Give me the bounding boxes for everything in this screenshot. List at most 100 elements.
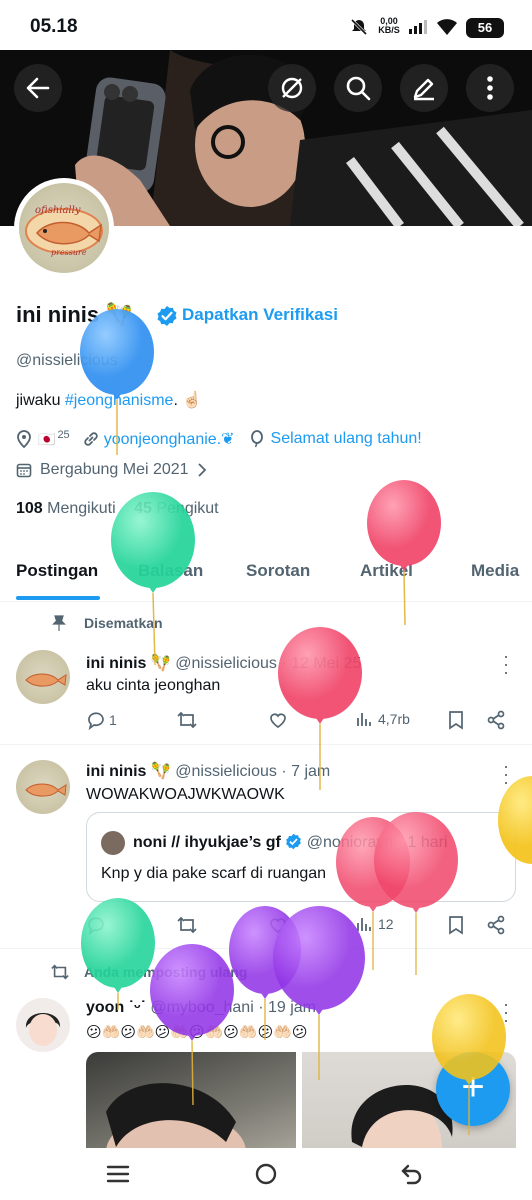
bio-hashtag-link[interactable]: #jeonghanisme	[65, 392, 174, 409]
quote-text: Knp y dia pake scarf di ruangan	[101, 865, 327, 882]
post-text: WOWAKWOAJWKWAOWK	[86, 786, 285, 803]
post-more-icon[interactable]: · · ·	[502, 757, 510, 791]
reply-button[interactable]	[86, 915, 106, 935]
quote-avatar	[101, 831, 125, 855]
calendar-icon	[16, 463, 32, 478]
verified-badge-icon	[286, 833, 302, 850]
repost-icon	[177, 711, 197, 729]
status-bar: 05.18 0,00 KB/S 56	[0, 0, 532, 50]
post-avatar[interactable]	[16, 650, 70, 704]
follow-stats: 108 Mengikuti 45 Pengikut	[16, 500, 219, 518]
joined-date: Bergabung Mei 2021	[40, 461, 189, 478]
svg-text:pressure: pressure	[51, 248, 87, 257]
post-text: 😕🤲🏻😕🤲🏻😕🤲🏻😕🤲🏻😕🤲🏻😕🤲🏻😕	[86, 1024, 308, 1041]
sparkle-off-icon	[281, 77, 303, 99]
repost-button[interactable]	[176, 710, 198, 730]
net-speed: 0,00 KB/S	[378, 16, 400, 35]
repost-icon	[177, 916, 197, 934]
profile-tabs: Postingan Balasan Sorotan Artikel Media	[0, 550, 532, 602]
joined-row[interactable]: Bergabung Mei 2021	[16, 461, 207, 479]
more-button[interactable]	[466, 64, 514, 112]
share-button[interactable]	[486, 710, 506, 730]
share-button[interactable]	[486, 915, 506, 935]
location-pin-icon	[17, 430, 31, 448]
website-link[interactable]: yoonjeonghanie.❦	[104, 429, 235, 449]
followers-link[interactable]: 45 Pengikut	[134, 500, 219, 517]
heart-icon	[270, 918, 286, 934]
reply-icon	[88, 917, 104, 935]
more-vertical-icon	[487, 76, 493, 100]
wifi-icon	[437, 19, 457, 35]
birthday-link[interactable]: Selamat ulang tahun!	[271, 430, 422, 448]
grok-button[interactable]	[268, 64, 316, 112]
bookmark-button[interactable]	[448, 915, 464, 935]
share-icon	[487, 915, 505, 935]
heart-icon	[270, 713, 286, 729]
post-author[interactable]: ini ninis 🪇 @nissielicious · 12 Mei 25	[86, 653, 361, 673]
post-avatar[interactable]	[16, 760, 70, 814]
reply-icon	[88, 712, 104, 730]
post-more-icon[interactable]: · · ·	[502, 995, 510, 1029]
post-more-icon[interactable]: · · ·	[502, 647, 510, 681]
compose-button[interactable]: +	[436, 1052, 510, 1126]
tab-replies[interactable]: Balasan	[138, 561, 203, 581]
arrow-left-icon	[26, 77, 50, 99]
get-verified-link[interactable]: Dapatkan Verifikasi	[182, 305, 338, 325]
profile-avatar[interactable]: ofishially pressure	[14, 178, 114, 278]
following-link[interactable]: 108 Mengikuti	[16, 500, 116, 517]
verified-badge-icon	[157, 306, 177, 326]
back-icon[interactable]	[400, 1162, 424, 1186]
quoted-post[interactable]: noni // ihyukjae’s gf @noniorayn · 1 har…	[86, 812, 516, 902]
search-button[interactable]	[334, 64, 382, 112]
bookmark-icon	[449, 711, 463, 730]
like-button[interactable]	[268, 710, 288, 730]
repost-icon	[51, 964, 69, 980]
views-button[interactable]: 12	[356, 915, 394, 933]
share-icon	[487, 710, 505, 730]
views-button[interactable]: 4,7rb	[356, 710, 410, 728]
search-icon	[346, 76, 371, 101]
profile-handle: @nissielicious	[16, 352, 118, 369]
post-avatar[interactable]	[16, 998, 70, 1052]
back-button[interactable]	[14, 64, 62, 112]
mute-bell-icon	[350, 18, 368, 36]
pin-icon	[52, 615, 66, 631]
like-button[interactable]	[268, 915, 288, 935]
post-author[interactable]: yoon ˙ᵕ˙ @myboo_hani · 19 jam	[86, 999, 316, 1017]
repost-button[interactable]	[176, 915, 198, 935]
location-text: 25	[57, 429, 70, 441]
menu-icon[interactable]	[106, 1164, 130, 1184]
tab-highlights[interactable]: Sorotan	[246, 561, 310, 581]
bookmark-icon	[449, 916, 463, 935]
tab-indicator	[16, 596, 100, 600]
reply-button[interactable]: 1	[86, 710, 117, 730]
home-circle-icon[interactable]	[254, 1162, 278, 1186]
profile-bio: jiwaku #jeonghanisme. ☝🏻	[16, 392, 203, 409]
views-icon	[357, 713, 371, 726]
signal-icon	[409, 20, 427, 34]
post-text: aku cinta jeonghan	[86, 677, 221, 694]
location-flag: 🇯🇵	[38, 430, 56, 447]
divider	[0, 948, 532, 949]
chevron-right-icon	[197, 463, 206, 477]
profile-display-name: ini ninis 🪇	[16, 302, 133, 327]
system-nav-bar	[0, 1148, 532, 1200]
divider	[0, 744, 532, 745]
tab-articles[interactable]: Artikel	[360, 561, 413, 581]
avatar-image	[25, 673, 67, 687]
bookmark-button[interactable]	[448, 710, 464, 730]
svg-text:ofishially: ofishially	[35, 205, 81, 216]
tab-posts[interactable]: Postingan	[16, 561, 98, 581]
edit-icon	[413, 78, 434, 101]
pinned-context: Disematkan	[50, 614, 163, 632]
edit-button[interactable]	[400, 64, 448, 112]
views-icon	[357, 918, 371, 931]
repost-context: Anda memposting ulang	[50, 963, 247, 981]
quote-author: noni // ihyukjae’s gf @noniorayn · 1 har…	[133, 833, 448, 851]
tab-media[interactable]: Media	[471, 561, 519, 581]
avatar-image	[25, 783, 67, 797]
avatar-image	[25, 1013, 61, 1046]
link-icon	[83, 432, 98, 446]
battery-indicator: 56	[466, 18, 504, 38]
post-author[interactable]: ini ninis 🪇 @nissielicious · 7 jam	[86, 761, 330, 781]
